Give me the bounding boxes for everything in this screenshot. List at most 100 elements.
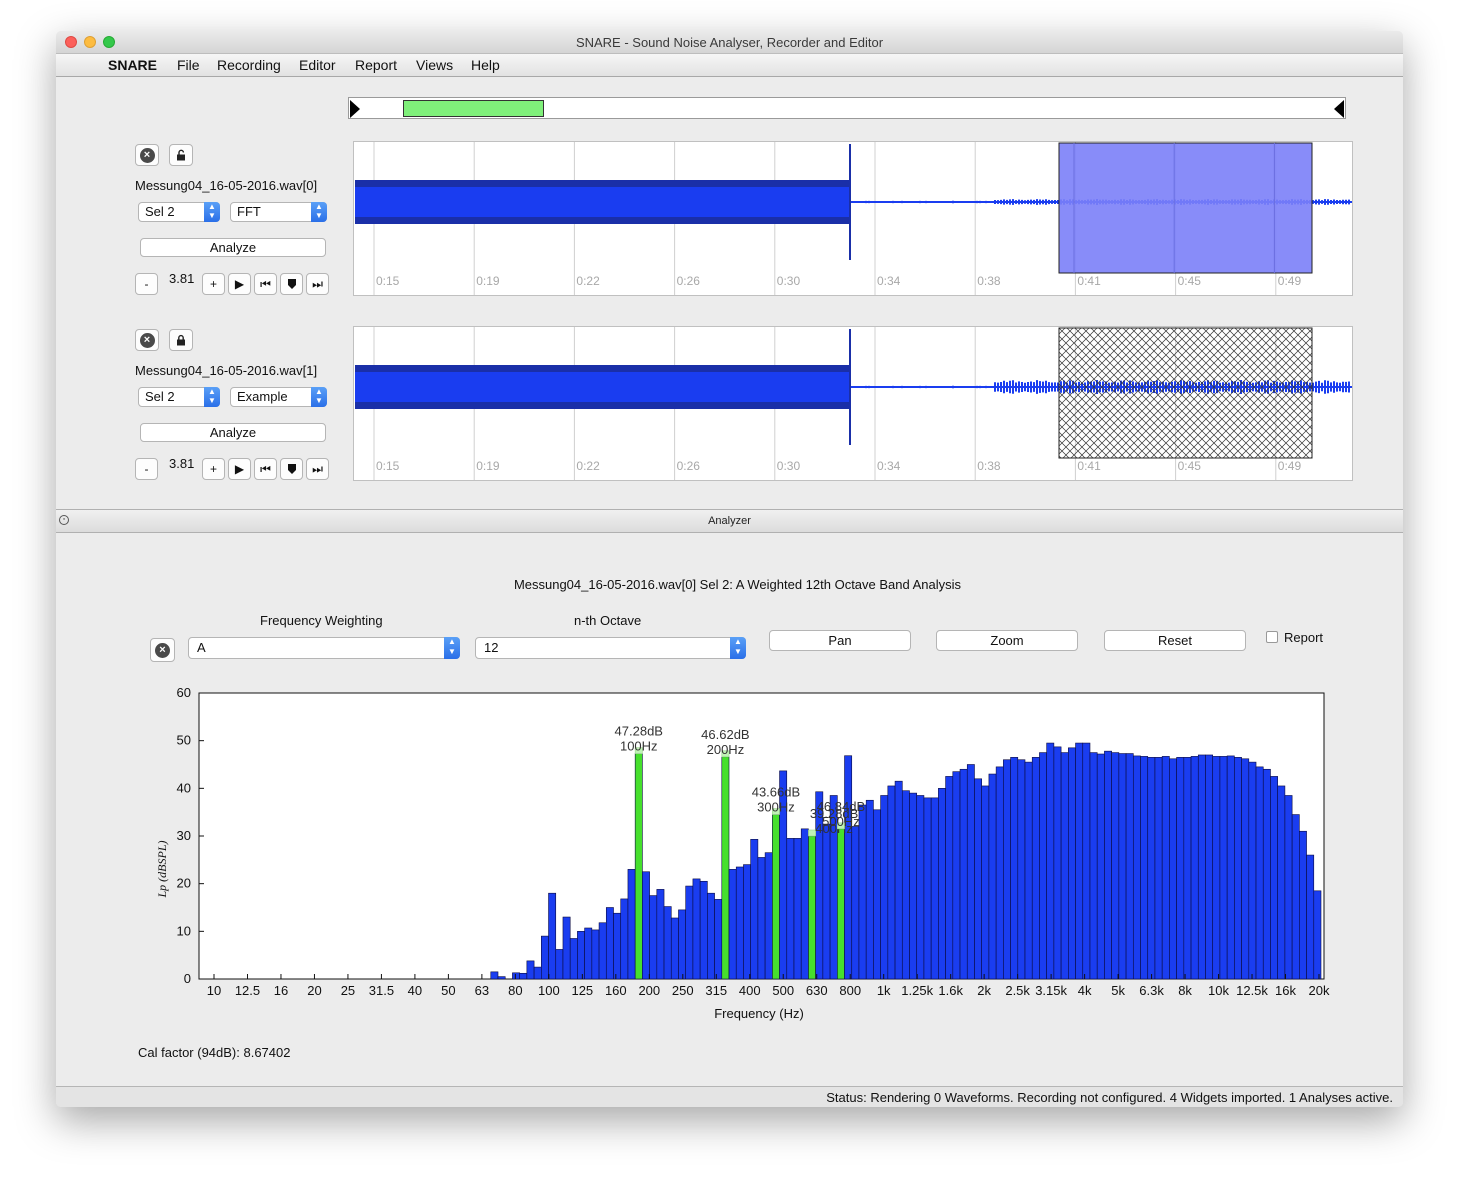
play-button[interactable]: ▶ bbox=[228, 273, 251, 295]
analyzer-dock-header[interactable]: ▫ Analyzer bbox=[56, 509, 1403, 533]
chart-bar[interactable] bbox=[707, 892, 715, 980]
remove-track-button[interactable]: × bbox=[135, 144, 159, 166]
lock-button[interactable] bbox=[169, 144, 193, 166]
chart-bar[interactable] bbox=[1176, 757, 1185, 980]
chart-bar[interactable] bbox=[649, 895, 658, 980]
chart-bar[interactable] bbox=[541, 935, 549, 980]
chart-bar[interactable] bbox=[1031, 757, 1040, 980]
chart-bar[interactable] bbox=[613, 912, 622, 980]
reset-button[interactable]: Reset bbox=[1104, 630, 1246, 651]
chart-bar[interactable] bbox=[519, 972, 528, 980]
chart-bar[interactable] bbox=[966, 764, 975, 980]
chart-bar[interactable] bbox=[1024, 761, 1033, 980]
chart-bar[interactable] bbox=[1154, 757, 1163, 980]
chart-bar[interactable] bbox=[1096, 753, 1105, 980]
chart-bar[interactable] bbox=[1118, 753, 1127, 980]
octave-band-chart[interactable]: 47.28dB100Hz46.62dB200Hz43.66dB300Hz 39.2… bbox=[136, 681, 1336, 1031]
chart-bar[interactable] bbox=[1190, 756, 1199, 980]
chart-bar[interactable] bbox=[800, 828, 809, 980]
frequency-weighting-select[interactable]: A ▲ ▼ bbox=[188, 637, 460, 659]
menu-report[interactable]: Report bbox=[355, 57, 397, 73]
chart-bar[interactable] bbox=[512, 972, 520, 980]
chart-bar[interactable] bbox=[1248, 761, 1257, 980]
analysis-type-select[interactable]: Example ▲ ▼ bbox=[230, 387, 327, 407]
chart-bar[interactable] bbox=[692, 878, 701, 980]
chart-bar[interactable] bbox=[858, 804, 867, 980]
chart-bar-highlight[interactable] bbox=[808, 835, 816, 980]
chart-bar[interactable] bbox=[1161, 756, 1170, 980]
skip-forward-button[interactable]: ⏭ bbox=[306, 273, 329, 295]
chart-bar[interactable] bbox=[728, 869, 737, 980]
chart-bar[interactable] bbox=[663, 906, 672, 980]
chart-bar[interactable] bbox=[591, 929, 600, 980]
waveform-view[interactable]: 0:15 0:19 0:22 0:26 0:30 0:34 0:38 0:41 0:45 0:49 bbox=[353, 141, 1353, 296]
play-button[interactable]: ▶ bbox=[228, 458, 251, 480]
chart-bar[interactable] bbox=[1132, 755, 1141, 980]
chart-bar[interactable] bbox=[1226, 755, 1235, 980]
chart-bar[interactable] bbox=[1241, 758, 1250, 980]
chart-bar[interactable] bbox=[923, 797, 932, 980]
chart-bar[interactable] bbox=[887, 785, 896, 980]
chart-bar[interactable] bbox=[1017, 759, 1026, 980]
chart-bar[interactable] bbox=[1060, 752, 1069, 980]
menu-editor[interactable]: Editor bbox=[299, 57, 336, 73]
chart-bar[interactable] bbox=[743, 864, 751, 980]
chart-bar[interactable] bbox=[562, 916, 571, 980]
selection-select[interactable]: Sel 2 ▲ ▼ bbox=[138, 387, 220, 407]
selection-select[interactable]: Sel 2 ▲ ▼ bbox=[138, 202, 220, 222]
chart-bar[interactable] bbox=[974, 778, 982, 980]
chart-bar[interactable] bbox=[1299, 830, 1307, 980]
chart-bar[interactable] bbox=[1003, 759, 1011, 980]
waveform-plot[interactable]: 0:15 0:19 0:22 0:26 0:30 0:34 0:38 0:41 0:45 0:49 bbox=[354, 327, 1352, 480]
chart-bar[interactable] bbox=[1255, 766, 1264, 980]
chart-bar[interactable] bbox=[555, 949, 564, 980]
menu-help[interactable]: Help bbox=[471, 57, 500, 73]
chart-bar[interactable] bbox=[1183, 757, 1192, 980]
overview-range-slider[interactable] bbox=[348, 97, 1346, 119]
chart-bar[interactable] bbox=[880, 795, 889, 980]
chart-bar[interactable] bbox=[1205, 754, 1214, 980]
chart-bar-highlight[interactable] bbox=[772, 814, 780, 980]
chart-bar[interactable] bbox=[945, 776, 954, 980]
zoom-button[interactable]: Zoom bbox=[936, 630, 1078, 651]
zoom-out-button[interactable]: - bbox=[135, 458, 158, 480]
chart-bar[interactable] bbox=[598, 922, 607, 980]
chart-bar[interactable] bbox=[916, 795, 925, 980]
chart-bar[interactable] bbox=[584, 927, 593, 980]
analysis-type-select[interactable]: FFT ▲ ▼ bbox=[230, 202, 327, 222]
chart-bar[interactable] bbox=[1147, 757, 1156, 980]
chart-bar[interactable] bbox=[605, 907, 614, 980]
chart-bar-highlight[interactable] bbox=[721, 756, 730, 980]
pan-button[interactable]: Pan bbox=[769, 630, 911, 651]
nth-octave-select[interactable]: 12 ▲ ▼ bbox=[475, 637, 746, 659]
zoom-out-button[interactable]: - bbox=[135, 273, 158, 295]
remove-track-button[interactable]: × bbox=[135, 329, 159, 351]
chart-bar[interactable] bbox=[1075, 742, 1084, 980]
chart-bar[interactable] bbox=[642, 871, 650, 980]
chart-bar[interactable] bbox=[670, 917, 679, 980]
chart-bar[interactable] bbox=[1219, 756, 1228, 980]
chart-bar[interactable] bbox=[1010, 757, 1019, 980]
chart-bar[interactable] bbox=[1140, 756, 1149, 980]
skip-back-button[interactable]: ⏮ bbox=[254, 458, 277, 480]
menu-file[interactable]: File bbox=[177, 57, 200, 73]
chart-bar[interactable] bbox=[1082, 742, 1091, 980]
chart-bar-highlight[interactable] bbox=[634, 753, 643, 980]
chart-bar[interactable] bbox=[750, 839, 759, 980]
chart-bar[interactable] bbox=[851, 826, 860, 980]
zoom-in-button[interactable]: + bbox=[202, 273, 225, 295]
lock-button[interactable] bbox=[169, 329, 193, 351]
chart-bar[interactable] bbox=[678, 909, 686, 980]
remove-analysis-button[interactable]: × bbox=[150, 638, 175, 662]
chart-bar[interactable] bbox=[757, 857, 766, 980]
report-checkbox[interactable] bbox=[1266, 631, 1278, 643]
chart-bar[interactable] bbox=[1284, 795, 1293, 980]
analyze-button[interactable]: Analyze bbox=[140, 238, 326, 257]
chart-bar[interactable] bbox=[901, 790, 910, 980]
skip-forward-button[interactable]: ⏭ bbox=[306, 458, 329, 480]
chart-bar[interactable] bbox=[865, 799, 874, 980]
range-start-arrow-icon[interactable] bbox=[350, 100, 360, 118]
chart-bar[interactable] bbox=[995, 766, 1004, 980]
chart-bar[interactable] bbox=[548, 892, 557, 980]
chart-bar[interactable] bbox=[1306, 854, 1315, 980]
